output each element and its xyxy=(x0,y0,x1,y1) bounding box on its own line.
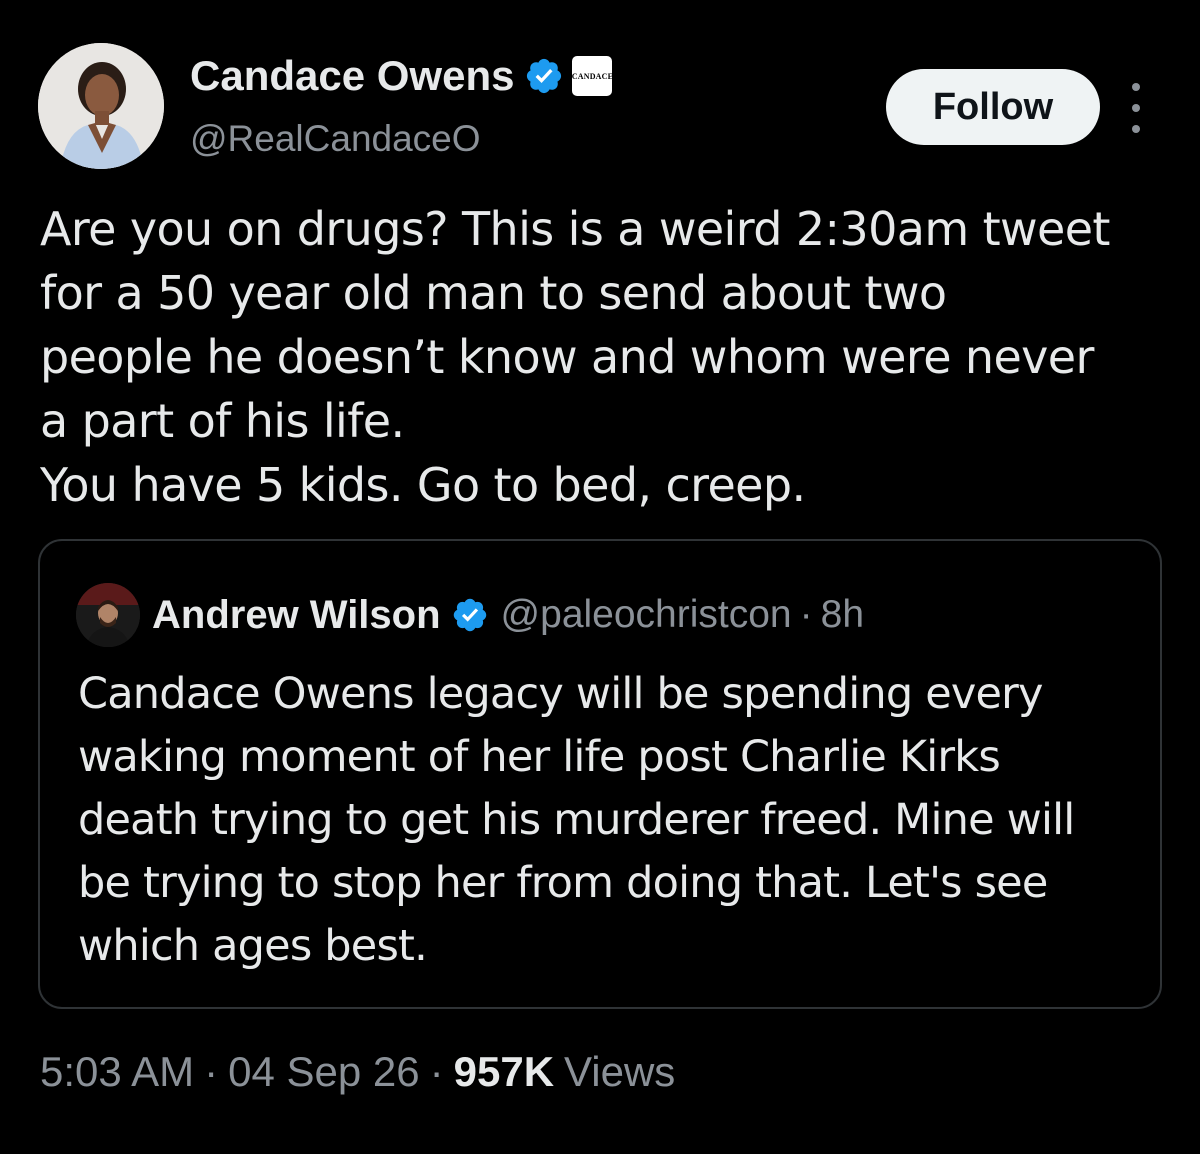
tweet-meta: 5:03 AM · 04 Sep 26 · 957K Views xyxy=(40,1048,675,1096)
verified-badge-icon xyxy=(524,56,564,96)
quoted-text-line: which ages best. xyxy=(78,921,428,971)
author-name[interactable]: Candace Owens xyxy=(190,52,514,100)
author-avatar[interactable] xyxy=(38,43,164,169)
tweet-text-line: for a 50 year old man to send about two xyxy=(40,266,947,320)
quoted-text-line: Candace Owens legacy will be spending ev… xyxy=(78,669,1043,719)
views-label: Views xyxy=(564,1048,676,1095)
author-name-row[interactable]: Candace Owens CANDACE xyxy=(190,52,613,100)
tweet-text-line: Are you on drugs? This is a weird 2:30am… xyxy=(40,202,1110,256)
meta-separator: · xyxy=(429,1048,444,1095)
meta-separator: · xyxy=(204,1048,219,1095)
quoted-separator: · xyxy=(799,593,813,636)
quoted-author-name[interactable]: Andrew Wilson xyxy=(152,593,441,638)
quoted-author-avatar[interactable] xyxy=(76,583,140,647)
tweet-text-line: people he doesn’t know and whom were nev… xyxy=(40,330,1094,384)
author-avatar-image xyxy=(38,43,164,169)
tweet: Candace Owens CANDACE @RealCandaceO Foll… xyxy=(0,0,1200,1154)
quoted-text-line: waking moment of her life post Charlie K… xyxy=(78,732,1001,782)
verified-badge-icon xyxy=(451,596,489,634)
tweet-text-line: You have 5 kids. Go to bed, creep. xyxy=(40,458,806,512)
quoted-author-handle[interactable]: @paleochristcon xyxy=(501,593,792,637)
quoted-tweet[interactable]: Andrew Wilson @paleochristcon · 8h Canda… xyxy=(38,539,1162,1009)
quoted-text-line: death trying to get his murderer freed. … xyxy=(78,795,1075,845)
quoted-tweet-text: Candace Owens legacy will be spending ev… xyxy=(78,663,1138,978)
author-handle[interactable]: @RealCandaceO xyxy=(190,118,481,160)
follow-button[interactable]: Follow xyxy=(886,69,1100,145)
tweet-date[interactable]: 04 Sep 26 xyxy=(228,1048,420,1096)
quoted-timestamp[interactable]: 8h xyxy=(821,593,864,637)
affiliate-badge[interactable]: CANDACE xyxy=(572,56,613,96)
quoted-author-avatar-image xyxy=(76,583,140,647)
views-count[interactable]: 957K xyxy=(454,1048,554,1096)
tweet-text: Are you on drugs? This is a weird 2:30am… xyxy=(40,197,1180,517)
tweet-text-line: a part of his life. xyxy=(40,394,405,448)
more-options-icon[interactable] xyxy=(1118,83,1154,133)
quoted-text-line: be trying to stop her from doing that. L… xyxy=(78,858,1048,908)
tweet-time[interactable]: 5:03 AM xyxy=(40,1048,194,1096)
quoted-tweet-header: Andrew Wilson @paleochristcon · 8h xyxy=(76,583,864,647)
